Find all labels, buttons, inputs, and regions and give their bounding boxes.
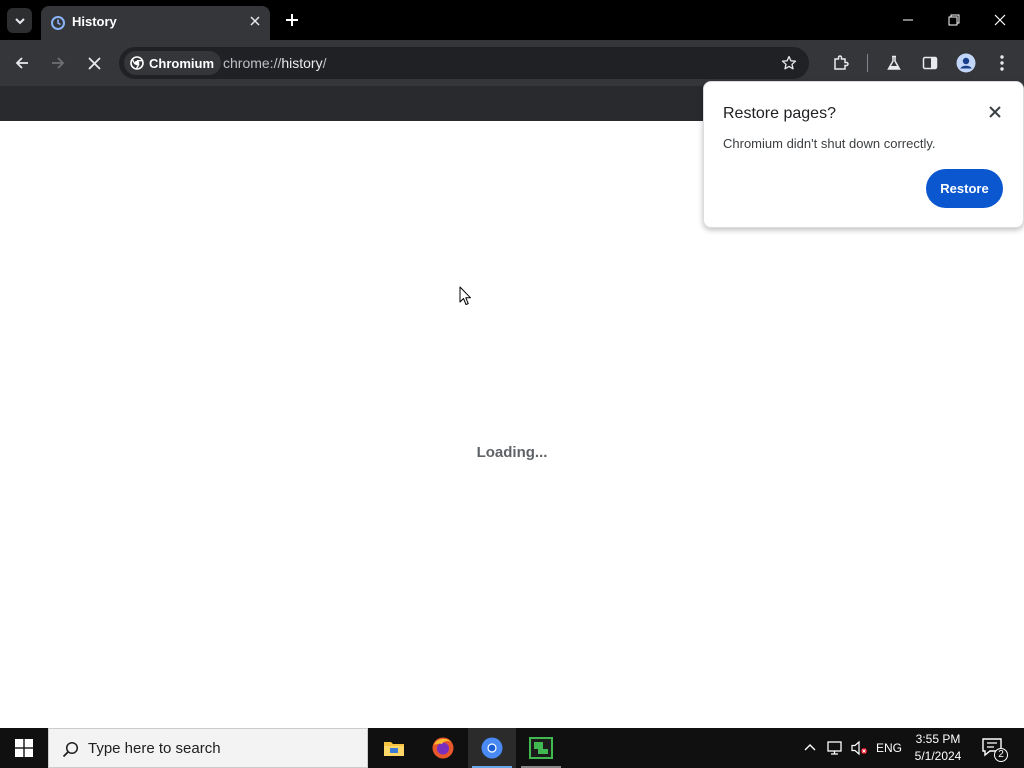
extensions-button[interactable] <box>828 50 854 76</box>
show-hidden-icons-button[interactable] <box>800 728 820 768</box>
tab-history[interactable]: History <box>41 6 270 40</box>
browser-toolbar: Chromium chrome://history/ <box>0 40 1024 86</box>
puzzle-icon <box>834 55 849 70</box>
arrow-right-icon <box>52 57 65 69</box>
dialog-title: Restore pages? <box>723 105 836 122</box>
url-host: history <box>281 55 323 71</box>
taskbar-search-box[interactable]: Type here to search <box>48 728 368 768</box>
new-tab-button[interactable] <box>281 9 303 31</box>
close-icon <box>87 56 101 70</box>
volume-button[interactable] <box>848 728 870 768</box>
taskbar-firefox[interactable] <box>419 728 467 768</box>
taskbar-clock[interactable]: 3:55 PM 5/1/2024 <box>910 731 966 765</box>
star-icon <box>781 55 797 70</box>
site-info-chip[interactable]: Chromium <box>124 51 221 75</box>
profile-button[interactable] <box>953 50 979 76</box>
chromium-logo-icon <box>130 56 144 70</box>
flask-icon <box>887 55 901 70</box>
taskbar-chromium[interactable] <box>468 728 516 768</box>
taskbar-terminal-app[interactable] <box>517 728 565 768</box>
search-placeholder: Type here to search <box>88 740 221 757</box>
tab-search-button[interactable] <box>7 8 32 33</box>
loading-text: Loading... <box>476 444 548 461</box>
back-button[interactable] <box>9 50 35 76</box>
avatar-icon <box>956 53 976 73</box>
start-button[interactable] <box>0 728 48 768</box>
dialog-message: Chromium didn't shut down correctly. <box>723 136 936 151</box>
address-bar[interactable]: Chromium chrome://history/ <box>119 47 809 79</box>
close-icon <box>989 106 1001 118</box>
menu-button[interactable] <box>989 50 1015 76</box>
folder-icon <box>384 742 404 756</box>
url-path: / <box>322 55 327 71</box>
clock-date: 5/1/2024 <box>914 749 962 763</box>
restore-window-icon <box>948 14 960 26</box>
mouse-cursor-icon <box>459 286 471 305</box>
taskbar-file-explorer[interactable] <box>370 728 418 768</box>
url-scheme: chrome:// <box>223 55 282 71</box>
restore-window-button[interactable] <box>931 0 977 40</box>
toolbar-divider <box>867 54 868 72</box>
chevron-down-icon <box>14 17 25 24</box>
restore-pages-dialog: Restore pages? Chromium didn't shut down… <box>703 81 1024 228</box>
terminal-app-icon <box>529 737 553 759</box>
network-status-button[interactable] <box>824 728 846 768</box>
network-icon <box>827 741 842 755</box>
plus-icon <box>286 14 298 26</box>
chromium-logo-icon <box>481 737 503 759</box>
restore-button[interactable]: Restore <box>926 169 1003 208</box>
stop-loading-button[interactable] <box>81 50 107 76</box>
minimize-icon <box>903 19 913 21</box>
site-chip-label: Chromium <box>149 55 214 71</box>
volume-muted-icon <box>851 740 867 756</box>
input-language[interactable]: ENG <box>876 741 902 755</box>
forward-button[interactable] <box>45 50 71 76</box>
side-panel-icon <box>922 56 938 70</box>
history-icon <box>51 16 65 30</box>
tab-strip: History <box>0 0 1024 40</box>
dialog-close-button[interactable] <box>985 102 1005 122</box>
bookmark-star-button[interactable] <box>779 53 799 73</box>
notification-count-badge: 2 <box>994 748 1008 762</box>
tab-title: History <box>72 14 117 29</box>
minimize-button[interactable] <box>885 0 931 40</box>
close-window-button[interactable] <box>977 0 1023 40</box>
side-panel-button[interactable] <box>917 50 943 76</box>
windows-logo-icon <box>15 739 33 757</box>
chevron-up-icon <box>804 744 816 751</box>
labs-button[interactable] <box>881 50 907 76</box>
close-icon <box>994 14 1006 26</box>
arrow-left-icon <box>15 57 28 69</box>
tab-close-button[interactable] <box>246 12 264 30</box>
close-icon <box>250 16 260 26</box>
url-text[interactable]: chrome://history/ <box>223 55 326 71</box>
firefox-icon <box>432 737 454 759</box>
clock-time: 3:55 PM <box>915 732 961 746</box>
search-icon <box>60 739 80 759</box>
windows-taskbar: Type here to search ENG 3:55 PM 5/1/2024… <box>0 728 1024 768</box>
more-vertical-icon <box>1000 55 1004 71</box>
